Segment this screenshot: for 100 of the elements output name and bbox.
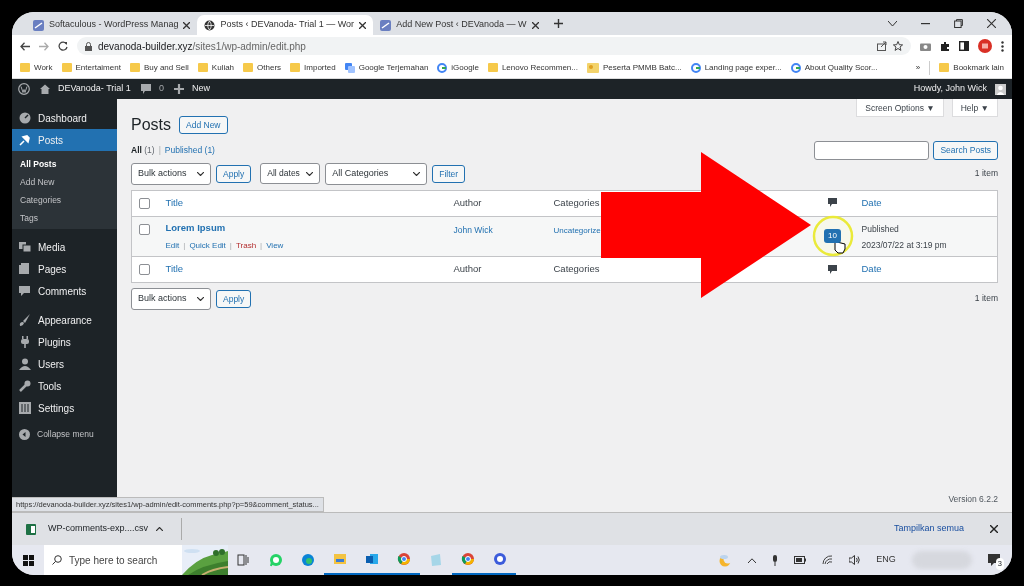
avatar-icon[interactable] [978, 39, 992, 53]
row-action-link[interactable]: Edit [165, 240, 180, 252]
pin-icon [19, 134, 31, 146]
menu-item[interactable]: Posts [12, 129, 117, 151]
trash-link[interactable]: Trash [235, 240, 257, 252]
bulk-actions-select[interactable]: Bulk actions [131, 163, 211, 185]
site-name-link[interactable]: DEVanoda- Trial 1 [40, 82, 131, 96]
bookmark[interactable]: Kuliah [197, 61, 235, 74]
bulk-actions-select[interactable]: Bulk actions [131, 288, 211, 310]
bookmark[interactable]: Landing page exper... [690, 61, 782, 74]
menu-item[interactable]: Pages [12, 258, 117, 280]
submenu-item[interactable]: Add New [12, 173, 117, 191]
microphone-icon[interactable] [772, 554, 779, 566]
star-icon[interactable] [893, 41, 903, 51]
battery-icon[interactable] [794, 556, 807, 564]
bookmark[interactable]: Work [20, 61, 53, 74]
menu-item[interactable]: Comments [12, 280, 117, 302]
new-link[interactable]: New [173, 82, 210, 96]
extensions-icon[interactable] [940, 41, 950, 51]
chevron-down-icon[interactable] [888, 20, 897, 27]
maximize-icon[interactable] [954, 19, 963, 28]
close-icon[interactable] [987, 19, 996, 28]
author-link[interactable]: John Wick [453, 224, 493, 235]
browser-tab[interactable]: Posts ‹ DEVanoda- Trial 1 — Wor [197, 15, 374, 35]
post-title-link[interactable]: Lorem Ipsum [165, 221, 226, 233]
download-item[interactable]: WP-comments-exp....csv [26, 522, 163, 536]
bookmark[interactable]: About Quality Scor... [790, 61, 878, 74]
windows-start-icon[interactable] [22, 554, 34, 566]
minimize-icon[interactable] [921, 22, 930, 25]
side-panel-icon[interactable] [959, 41, 969, 51]
camera-icon[interactable] [920, 41, 931, 51]
categories-select[interactable]: All Categories [325, 163, 428, 185]
menu-item[interactable]: Appearance [12, 309, 117, 331]
apply-button[interactable]: Apply [216, 289, 252, 308]
add-new-button[interactable]: Add New [179, 115, 228, 135]
bookmark[interactable]: Others [243, 61, 282, 74]
checkbox[interactable] [139, 197, 150, 209]
bookmark[interactable]: Buy and Sell [129, 61, 189, 74]
speaker-icon[interactable] [849, 555, 861, 565]
bookmark[interactable]: Bookmark lain [939, 61, 1004, 74]
submenu-item[interactable]: All Posts [12, 155, 117, 173]
share-icon[interactable] [877, 41, 887, 51]
submenu-item[interactable]: Tags [12, 209, 117, 227]
reload-icon[interactable] [58, 41, 68, 51]
comments-link[interactable]: 0 [140, 82, 164, 96]
menu-item[interactable]: Plugins [12, 331, 117, 353]
column-header-link[interactable]: Title [165, 263, 184, 275]
search-field[interactable] [814, 141, 930, 160]
chat-app-icon [269, 553, 283, 567]
bookmark[interactable]: Entertaiment [61, 61, 121, 74]
close-icon[interactable] [183, 21, 191, 29]
account-menu[interactable]: Howdy, John Wick [913, 82, 1006, 96]
menu-item[interactable]: Dashboard [12, 107, 117, 129]
view-filter-link[interactable]: Published (1) [164, 144, 215, 157]
comment-count-badge[interactable]: 10 [824, 229, 841, 244]
bookmark[interactable]: Peserta PMMB Batc... [586, 61, 682, 74]
checkbox[interactable] [139, 264, 150, 275]
app-icon [380, 19, 392, 31]
search-posts-button[interactable]: Search Posts [933, 141, 998, 160]
more-bookmarks-button[interactable]: » [915, 61, 921, 74]
address-bar[interactable]: devanoda-builder.xyz/sites1/wp-admin/edit.php [77, 37, 911, 55]
submenu-item[interactable]: Categories [12, 191, 117, 209]
close-icon[interactable] [990, 524, 998, 533]
taskbar-search-field[interactable]: Type here to search [44, 545, 182, 575]
chevron-up-icon[interactable] [748, 557, 757, 563]
wifi-icon[interactable] [822, 555, 834, 565]
column-header-link[interactable]: Date [861, 196, 882, 208]
menu-item[interactable]: Tools [12, 375, 117, 397]
bookmark[interactable]: Imported [290, 61, 336, 74]
row-action-link[interactable]: Quick Edit [189, 240, 226, 252]
close-icon[interactable] [531, 21, 539, 29]
menu-item[interactable]: Users [12, 353, 117, 375]
mail-app-icon [365, 552, 379, 566]
apply-button[interactable]: Apply [216, 164, 252, 183]
dates-select[interactable]: All dates [260, 163, 321, 185]
column-header-link[interactable]: Date [861, 263, 882, 275]
home-icon [40, 84, 50, 94]
screen-options-button[interactable]: Screen Options ▼ [856, 99, 944, 117]
row-action-link[interactable]: View [266, 240, 284, 252]
checkbox[interactable] [139, 223, 150, 235]
bookmark[interactable]: iGoogle [437, 61, 479, 74]
menu-item[interactable]: Settings [12, 397, 117, 419]
show-all-link[interactable]: Tampilkan semua [893, 522, 964, 536]
bookmark[interactable]: Google Terjemahan [344, 61, 429, 74]
view-filter-link[interactable]: All (1) [131, 144, 155, 157]
wordpress-logo-icon[interactable] [18, 83, 30, 95]
column-header-link[interactable]: Title [165, 196, 184, 208]
new-tab-icon[interactable] [553, 18, 563, 28]
category-link[interactable]: Uncategorize [553, 225, 601, 235]
collapse-menu-button[interactable]: Collapse menu [12, 423, 117, 445]
browser-tab[interactable]: Add New Post ‹ DEVanoda — W [373, 15, 546, 35]
menu-icon[interactable] [1001, 40, 1004, 52]
back-icon[interactable] [20, 41, 30, 51]
help-button[interactable]: Help ▼ [951, 99, 998, 117]
close-icon[interactable] [359, 21, 367, 29]
menu-item[interactable]: Media [12, 236, 117, 258]
bookmark[interactable]: Lenovo Recommen... [487, 61, 578, 74]
browser-tab[interactable]: Softaculous - WordPress Manag [26, 15, 198, 35]
filter-button[interactable]: Filter [432, 164, 466, 183]
language-indicator[interactable]: ENG [876, 553, 896, 567]
